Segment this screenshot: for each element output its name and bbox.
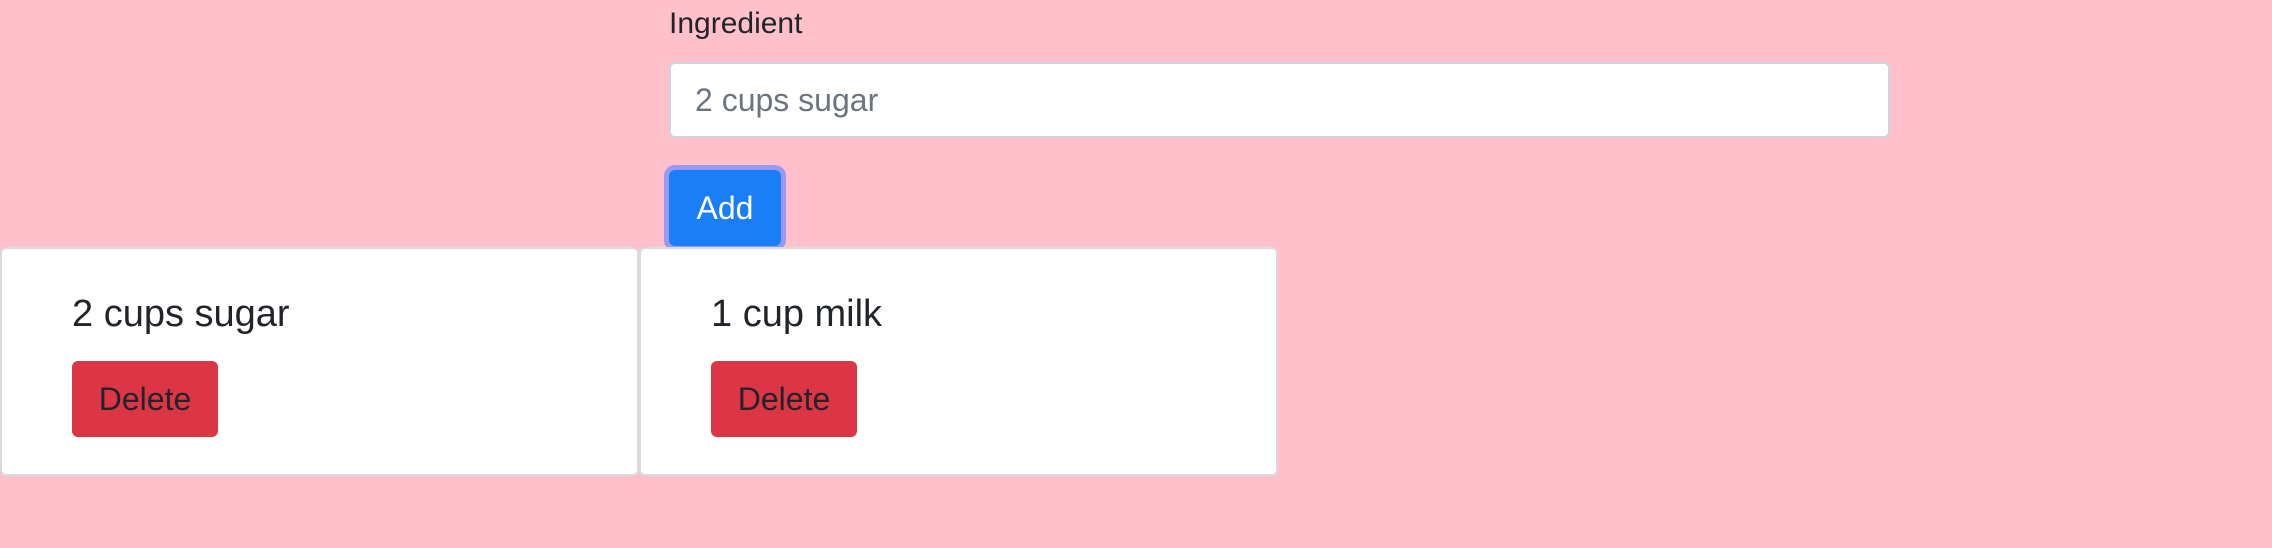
- ingredient-card: 2 cups sugar Delete: [0, 247, 639, 476]
- delete-button[interactable]: Delete: [711, 361, 857, 437]
- ingredient-name: 2 cups sugar: [72, 293, 290, 335]
- ingredient-list: 2 cups sugar Delete 1 cup milk Delete: [0, 247, 1278, 476]
- add-button[interactable]: Add: [669, 170, 781, 246]
- ingredient-input[interactable]: [669, 62, 1890, 138]
- ingredient-name: 1 cup milk: [711, 293, 883, 335]
- ingredient-card: 1 cup milk Delete: [639, 247, 1278, 476]
- delete-button[interactable]: Delete: [72, 361, 218, 437]
- ingredient-label: Ingredient: [669, 7, 803, 40]
